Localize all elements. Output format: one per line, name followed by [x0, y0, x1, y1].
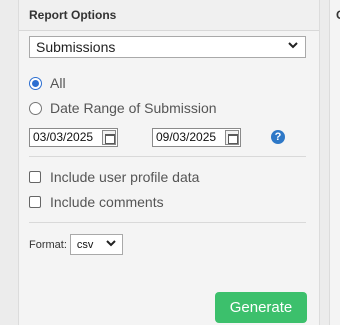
date-from-input[interactable]: 03/03/2025: [29, 128, 118, 147]
include-profile-option[interactable]: Include user profile data: [29, 169, 199, 185]
format-select[interactable]: csv: [69, 234, 123, 255]
report-type-value: Submissions: [36, 39, 116, 55]
format-row: Format: csv: [29, 234, 123, 255]
include-profile-label: Include user profile data: [50, 169, 200, 185]
include-profile-checkbox[interactable]: [29, 171, 41, 183]
date-to-value: 09/03/2025: [156, 130, 217, 144]
scope-date-range-radio[interactable]: [29, 101, 42, 115]
date-to-input[interactable]: 09/03/2025: [152, 128, 241, 147]
adjacent-panel: C: [329, 0, 340, 325]
panel-header: Report Options: [19, 0, 319, 31]
report-type-select[interactable]: Submissions: [29, 36, 306, 58]
calendar-icon[interactable]: [102, 130, 116, 145]
divider: [29, 156, 306, 157]
scope-all-option[interactable]: All: [29, 75, 66, 91]
format-value: csv: [76, 238, 94, 251]
divider: [29, 222, 306, 223]
scope-all-label: All: [50, 75, 66, 91]
scope-date-range-option[interactable]: Date Range of Submission: [29, 100, 217, 116]
include-comments-label: Include comments: [50, 194, 164, 210]
include-comments-option[interactable]: Include comments: [29, 194, 164, 210]
scope-date-range-label: Date Range of Submission: [50, 100, 217, 116]
generate-button[interactable]: Generate: [215, 292, 307, 323]
calendar-icon[interactable]: [225, 130, 239, 145]
report-options-panel: Report Options Submissions All Date Rang…: [18, 0, 320, 325]
chevron-down-icon: [105, 237, 117, 252]
panel-title: Report Options: [29, 8, 117, 22]
chevron-down-icon: [287, 39, 299, 54]
adjacent-panel-title: C: [336, 8, 340, 22]
help-icon[interactable]: ?: [271, 130, 285, 144]
include-comments-checkbox[interactable]: [29, 196, 41, 208]
scope-all-radio[interactable]: [29, 76, 42, 90]
format-label: Format:: [29, 238, 67, 251]
date-from-value: 03/03/2025: [33, 130, 94, 144]
